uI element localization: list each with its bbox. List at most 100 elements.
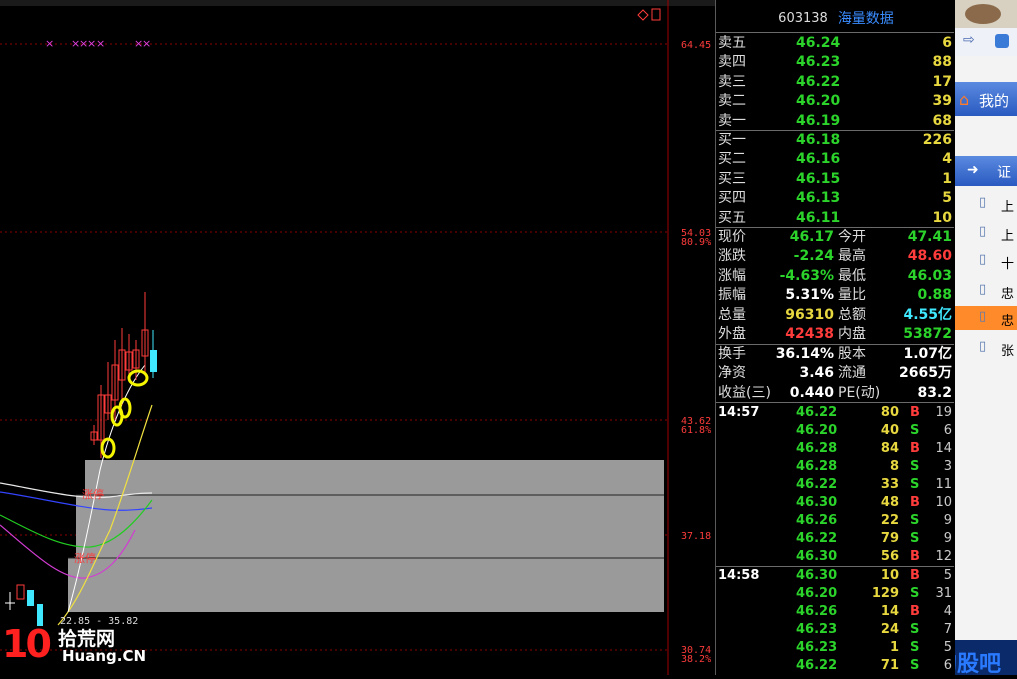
tick-volume: 84 bbox=[880, 441, 899, 456]
ask-price: 46.22 bbox=[796, 73, 841, 90]
stat-label: 总额 bbox=[838, 306, 866, 323]
bid-volume: 1 bbox=[942, 170, 952, 187]
tick-price: 46.30 bbox=[796, 495, 838, 510]
stat-row: 总量 96310 总额 4.55亿 bbox=[716, 306, 954, 325]
tick-side: B bbox=[910, 441, 920, 456]
bid-row[interactable]: 买四 46.13 5 bbox=[716, 189, 954, 208]
tick-count: 12 bbox=[935, 549, 952, 564]
ask-row[interactable]: 卖一 46.19 68 bbox=[716, 112, 954, 131]
highlight-circles bbox=[100, 369, 149, 459]
kline-chart[interactable]: × × × × × × × 涨停 涨停 22.85 - 35.82 64.45 54.03… bbox=[0, 0, 715, 675]
ask-price: 46.19 bbox=[796, 112, 841, 129]
price-label: 80.9% bbox=[681, 237, 711, 248]
stock-name[interactable]: 海量数据 bbox=[838, 8, 894, 28]
ask-row[interactable]: 卖二 46.20 39 bbox=[716, 92, 954, 111]
quote-panel: 603138 海量数据 卖五 46.24 6 卖四 46.23 88 卖三 46.22 17 卖二… bbox=[715, 0, 956, 675]
ask-row[interactable]: 卖四 46.23 88 bbox=[716, 53, 954, 72]
stat-value: 0.88 bbox=[917, 287, 952, 304]
info-label: 流通 bbox=[838, 365, 866, 382]
avatar bbox=[955, 0, 1017, 28]
diamond-icon[interactable] bbox=[637, 8, 661, 21]
forward-icon[interactable]: ⇨ bbox=[963, 32, 975, 48]
zone-middle bbox=[76, 495, 664, 558]
ask-row[interactable]: 卖三 46.22 17 bbox=[716, 73, 954, 92]
section-label: 证 bbox=[997, 165, 1011, 181]
home-label: 我的 bbox=[979, 92, 1010, 110]
stat-label: 现价 bbox=[718, 229, 746, 245]
stat-row: 涨幅 -4.63% 最低 46.03 bbox=[716, 267, 954, 286]
bid-row[interactable]: 买二 46.16 4 bbox=[716, 150, 954, 169]
bid-row[interactable]: 买三 46.15 1 bbox=[716, 170, 954, 189]
side-item[interactable]: ▯ 忠 bbox=[955, 279, 1017, 303]
tick-count: 31 bbox=[935, 586, 952, 601]
tick-row: 46.30 56 B 12 bbox=[716, 548, 954, 566]
tick-volume: 24 bbox=[880, 622, 899, 637]
section-bar[interactable]: ➜ 证 bbox=[955, 156, 1017, 186]
tick-side: S bbox=[910, 586, 920, 601]
bid-price: 46.18 bbox=[796, 132, 841, 148]
ask-row[interactable]: 卖五 46.24 6 bbox=[716, 34, 954, 53]
tick-count: 9 bbox=[943, 531, 952, 546]
top-strip bbox=[0, 0, 715, 6]
stat-value: 46.17 bbox=[789, 229, 834, 245]
tick-price: 46.30 bbox=[796, 568, 838, 583]
bid-label: 买一 bbox=[718, 132, 746, 148]
app-icon[interactable] bbox=[995, 34, 1009, 48]
ask-volume: 39 bbox=[932, 93, 952, 110]
tick-side: B bbox=[910, 405, 920, 420]
tick-price: 46.23 bbox=[796, 640, 838, 655]
tick-price: 46.22 bbox=[796, 405, 838, 420]
stat-value: 5.31% bbox=[785, 287, 834, 304]
tick-price: 46.28 bbox=[796, 459, 838, 474]
tick-price: 46.23 bbox=[796, 622, 838, 637]
stat-value: 48.60 bbox=[907, 248, 952, 265]
home-icon: ⌂ bbox=[959, 90, 970, 109]
side-item-label: 十 bbox=[1001, 257, 1015, 272]
tick-volume: 48 bbox=[880, 495, 899, 510]
tick-count: 11 bbox=[935, 477, 952, 492]
bid-label: 买五 bbox=[718, 209, 746, 226]
home-bar[interactable]: ⌂ 我的 bbox=[955, 82, 1017, 116]
tick-price: 46.22 bbox=[796, 477, 838, 492]
candle bbox=[16, 584, 25, 600]
bid-row[interactable]: 买五 46.11 10 bbox=[716, 209, 954, 228]
svg-text:×: × bbox=[142, 37, 151, 50]
stat-value: -2.24 bbox=[793, 248, 834, 265]
side-item[interactable]: ▯ 忠 bbox=[955, 306, 1017, 330]
tick-row: 46.22 79 S 9 bbox=[716, 530, 954, 548]
tick-side: B bbox=[910, 604, 920, 619]
tick-count: 6 bbox=[943, 658, 952, 673]
info-label: PE(动) bbox=[838, 384, 881, 401]
ask-label: 卖三 bbox=[718, 73, 746, 90]
tick-row: 14:58 46.30 10 B 5 bbox=[716, 567, 954, 585]
divider bbox=[716, 32, 954, 33]
stat-row: 涨跌 -2.24 最高 48.60 bbox=[716, 247, 954, 266]
ask-volume: 6 bbox=[942, 35, 952, 51]
watermark-en: Huang.CN bbox=[62, 647, 147, 665]
price-label: 37.18 bbox=[681, 531, 711, 542]
divider bbox=[716, 402, 954, 403]
ask-volume: 17 bbox=[932, 73, 952, 90]
bid-price: 46.16 bbox=[796, 151, 841, 168]
document-icon: ▯ bbox=[979, 309, 987, 324]
ask-price: 46.24 bbox=[796, 35, 841, 51]
tick-side: S bbox=[910, 622, 920, 637]
document-icon: ▯ bbox=[979, 282, 987, 297]
kline-svg[interactable]: × ×× × × ×× 涨停 涨停 22.85 - 35.82 64.45 54.03… bbox=[0, 0, 715, 675]
bid-row[interactable]: 买一 46.18 226 bbox=[716, 131, 954, 150]
info-value: 0.440 bbox=[789, 384, 834, 401]
tick-price: 46.20 bbox=[796, 586, 838, 601]
tick-volume: 56 bbox=[880, 549, 899, 564]
tick-count: 5 bbox=[943, 640, 952, 655]
stat-label: 量比 bbox=[838, 287, 866, 304]
ask-label: 卖五 bbox=[718, 35, 746, 51]
bid-volume: 4 bbox=[942, 151, 952, 168]
price-label: 61.8% bbox=[681, 425, 711, 436]
info-value: 3.46 bbox=[799, 365, 834, 382]
zone-upper bbox=[85, 460, 664, 495]
stat-label: 总量 bbox=[718, 306, 746, 323]
side-item[interactable]: ▯ 上 bbox=[955, 221, 1017, 245]
side-item[interactable]: ▯ 十 bbox=[955, 249, 1017, 273]
side-item[interactable]: ▯ 张 bbox=[955, 336, 1017, 360]
side-item[interactable]: ▯ 上 bbox=[955, 192, 1017, 216]
